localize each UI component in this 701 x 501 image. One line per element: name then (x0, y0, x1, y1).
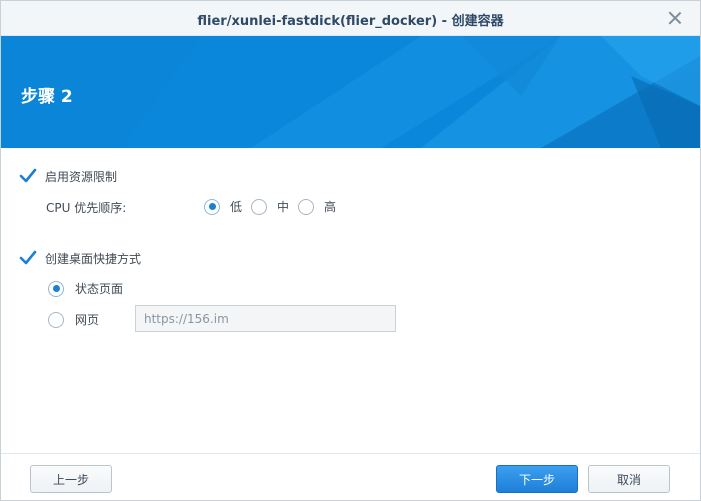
status-page-radio[interactable] (48, 280, 64, 297)
step-banner: 步骤 2 (1, 36, 700, 148)
shortcut-row[interactable]: 创建桌面快捷方式 (19, 250, 141, 267)
cpu-high-label: 高 (324, 200, 337, 214)
cpu-low-label: 低 (230, 200, 243, 214)
status-page-option[interactable]: 状态页面 (48, 280, 123, 297)
web-page-label: 网页 (75, 313, 100, 327)
cpu-priority-row: CPU 优先顺序: (46, 199, 126, 216)
cpu-low-radio[interactable] (204, 198, 220, 215)
resource-limit-checkbox[interactable] (19, 168, 37, 185)
resource-limit-row[interactable]: 启用资源限制 (19, 168, 117, 185)
cpu-high-radio[interactable] (298, 198, 314, 215)
form-content: 启用资源限制 CPU 优先顺序: 低 中 高 创建桌面快捷方式 状态页面 网页 … (1, 148, 700, 448)
create-container-dialog: flier/xunlei-fastdick(flier_docker) - 创建… (0, 0, 701, 501)
next-button[interactable]: 下一步 (496, 465, 578, 493)
cpu-medium-label: 中 (277, 200, 290, 214)
window-title: flier/xunlei-fastdick(flier_docker) - 创建… (197, 14, 504, 29)
web-page-option[interactable]: 网页 (48, 311, 99, 328)
shortcut-label: 创建桌面快捷方式 (45, 252, 142, 266)
cpu-priority-medium[interactable]: 中 (251, 198, 289, 215)
cpu-medium-radio[interactable] (251, 198, 267, 215)
prev-button[interactable]: 上一步 (30, 465, 112, 493)
banner-decoration (1, 36, 700, 148)
cancel-button[interactable]: 取消 (588, 465, 670, 493)
cpu-priority-low[interactable]: 低 (204, 198, 242, 215)
checkmark-icon (19, 250, 37, 264)
shortcut-checkbox[interactable] (19, 250, 37, 267)
url-input[interactable] (135, 305, 396, 332)
cpu-priority-high[interactable]: 高 (298, 198, 336, 215)
resource-limit-label: 启用资源限制 (45, 170, 118, 184)
close-icon[interactable] (666, 9, 684, 27)
checkmark-icon (19, 168, 37, 182)
web-page-radio[interactable] (48, 311, 64, 328)
step-title: 步骤 2 (21, 87, 73, 107)
dialog-footer: 上一步 下一步 取消 (1, 453, 700, 500)
cpu-priority-label: CPU 优先顺序: (46, 201, 127, 215)
status-page-label: 状态页面 (75, 282, 124, 296)
title-bar: flier/xunlei-fastdick(flier_docker) - 创建… (1, 1, 700, 36)
